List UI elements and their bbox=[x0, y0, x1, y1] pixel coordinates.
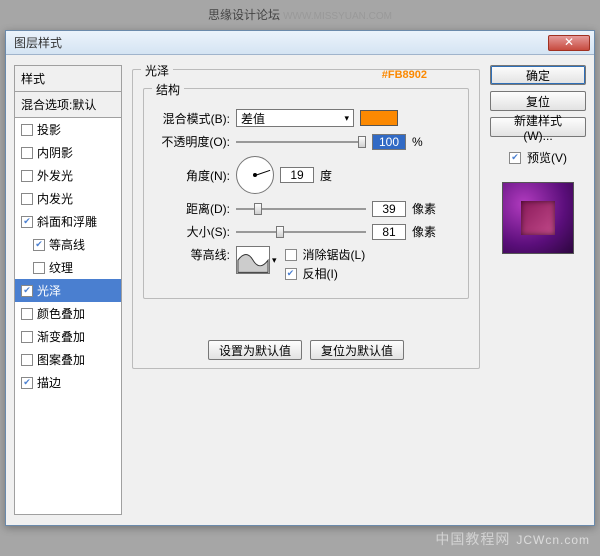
reset-default-button[interactable]: 复位为默认值 bbox=[310, 340, 404, 360]
angle-dial[interactable] bbox=[236, 156, 274, 194]
invert-checkbox[interactable] bbox=[285, 268, 297, 280]
sidebar-item[interactable]: 等高线 bbox=[15, 233, 121, 256]
style-checkbox[interactable] bbox=[33, 239, 45, 251]
sidebar-item[interactable]: 渐变叠加 bbox=[15, 325, 121, 348]
header-main: 思缘设计论坛 bbox=[208, 8, 280, 22]
style-checkbox[interactable] bbox=[33, 262, 45, 274]
style-checkbox[interactable] bbox=[21, 216, 33, 228]
opacity-label: 不透明度(O): bbox=[154, 133, 230, 150]
sidebar-item[interactable]: 光泽 bbox=[15, 279, 121, 302]
style-checkbox[interactable] bbox=[21, 193, 33, 205]
watermark: 中国教程网JCWcn.com bbox=[435, 524, 590, 550]
antialias-checkbox[interactable] bbox=[285, 249, 297, 261]
style-checkbox[interactable] bbox=[21, 285, 33, 297]
structure-fieldset: 结构 混合模式(B): 差值 ▾ 不透明度(O): bbox=[143, 88, 469, 299]
color-swatch[interactable] bbox=[360, 110, 398, 126]
style-checkbox[interactable] bbox=[21, 124, 33, 136]
blend-mode-label: 混合模式(B): bbox=[154, 110, 230, 127]
chevron-down-icon: ▾ bbox=[344, 113, 349, 124]
sidebar-item[interactable]: 内发光 bbox=[15, 187, 121, 210]
sidebar-defaults[interactable]: 混合选项:默认 bbox=[15, 92, 121, 118]
close-button[interactable]: ✕ bbox=[548, 35, 590, 51]
sidebar-item-label: 颜色叠加 bbox=[37, 305, 85, 322]
style-checkbox[interactable] bbox=[21, 170, 33, 182]
set-default-button[interactable]: 设置为默认值 bbox=[208, 340, 302, 360]
sidebar-item[interactable]: 内阴影 bbox=[15, 141, 121, 164]
sidebar-item-label: 内发光 bbox=[37, 190, 73, 207]
layer-style-dialog: 图层样式 ✕ 样式 混合选项:默认 投影内阴影外发光内发光斜面和浮雕等高线纹理光… bbox=[5, 30, 595, 526]
contour-label: 等高线: bbox=[154, 246, 230, 263]
header-sub: WWW.MISSYUAN.COM bbox=[283, 11, 392, 22]
invert-label: 反相(I) bbox=[303, 265, 338, 282]
right-panel: 确定 复位 新建样式(W)... 预览(V) bbox=[490, 65, 586, 515]
satin-fieldset: 光泽 #FB8902 结构 混合模式(B): 差值 ▾ 不透明度(O): bbox=[132, 69, 480, 369]
preview-checkbox[interactable] bbox=[509, 152, 521, 164]
sidebar-item[interactable]: 描边 bbox=[15, 371, 121, 394]
page-header: 思缘设计论坛 WWW.MISSYUAN.COM bbox=[0, 6, 600, 23]
preview-label: 预览(V) bbox=[527, 149, 567, 166]
preview-thumbnail bbox=[502, 182, 574, 254]
sidebar-item[interactable]: 纹理 bbox=[15, 256, 121, 279]
antialias-label: 消除锯齿(L) bbox=[303, 246, 366, 263]
new-style-button[interactable]: 新建样式(W)... bbox=[490, 117, 586, 137]
distance-input[interactable]: 39 bbox=[372, 201, 406, 217]
structure-title: 结构 bbox=[152, 81, 184, 98]
sidebar-item-label: 渐变叠加 bbox=[37, 328, 85, 345]
panel-title: 光泽 bbox=[141, 62, 173, 79]
sidebar-item-label: 图案叠加 bbox=[37, 351, 85, 368]
main-panel: 光泽 #FB8902 结构 混合模式(B): 差值 ▾ 不透明度(O): bbox=[132, 65, 480, 515]
sidebar-item-label: 光泽 bbox=[37, 282, 61, 299]
size-unit: 像素 bbox=[412, 223, 436, 240]
contour-picker[interactable] bbox=[236, 246, 270, 274]
titlebar[interactable]: 图层样式 ✕ bbox=[6, 31, 594, 55]
blend-mode-select[interactable]: 差值 ▾ bbox=[236, 109, 354, 127]
size-slider[interactable] bbox=[236, 224, 366, 240]
sidebar-item-label: 外发光 bbox=[37, 167, 73, 184]
sidebar-item[interactable]: 外发光 bbox=[15, 164, 121, 187]
angle-input[interactable]: 19 bbox=[280, 167, 314, 183]
distance-unit: 像素 bbox=[412, 200, 436, 217]
sidebar-item-label: 斜面和浮雕 bbox=[37, 213, 97, 230]
size-label: 大小(S): bbox=[154, 223, 230, 240]
style-checkbox[interactable] bbox=[21, 308, 33, 320]
sidebar-item[interactable]: 颜色叠加 bbox=[15, 302, 121, 325]
styles-sidebar: 样式 混合选项:默认 投影内阴影外发光内发光斜面和浮雕等高线纹理光泽颜色叠加渐变… bbox=[14, 65, 122, 515]
angle-label: 角度(N): bbox=[154, 167, 230, 184]
style-checkbox[interactable] bbox=[21, 147, 33, 159]
sidebar-item[interactable]: 斜面和浮雕 bbox=[15, 210, 121, 233]
sidebar-item-label: 描边 bbox=[37, 374, 61, 391]
sidebar-item[interactable]: 图案叠加 bbox=[15, 348, 121, 371]
sidebar-item[interactable]: 投影 bbox=[15, 118, 121, 141]
sidebar-item-label: 等高线 bbox=[49, 236, 85, 253]
cancel-button[interactable]: 复位 bbox=[490, 91, 586, 111]
blend-mode-value: 差值 bbox=[241, 110, 265, 127]
style-checkbox[interactable] bbox=[21, 354, 33, 366]
angle-unit: 度 bbox=[320, 167, 332, 184]
size-input[interactable]: 81 bbox=[372, 224, 406, 240]
distance-label: 距离(D): bbox=[154, 200, 230, 217]
sidebar-item-label: 投影 bbox=[37, 121, 61, 138]
sidebar-item-label: 内阴影 bbox=[37, 144, 73, 161]
opacity-unit: % bbox=[412, 135, 423, 149]
sidebar-heading: 样式 bbox=[15, 66, 121, 92]
sidebar-item-label: 纹理 bbox=[49, 259, 73, 276]
distance-slider[interactable] bbox=[236, 201, 366, 217]
ok-button[interactable]: 确定 bbox=[490, 65, 586, 85]
opacity-input[interactable]: 100 bbox=[372, 134, 406, 150]
chevron-down-icon[interactable]: ▾ bbox=[270, 255, 279, 266]
color-hex-label: #FB8902 bbox=[382, 69, 427, 81]
opacity-slider[interactable] bbox=[236, 134, 366, 150]
style-checkbox[interactable] bbox=[21, 331, 33, 343]
style-checkbox[interactable] bbox=[21, 377, 33, 389]
dialog-title: 图层样式 bbox=[10, 34, 548, 51]
